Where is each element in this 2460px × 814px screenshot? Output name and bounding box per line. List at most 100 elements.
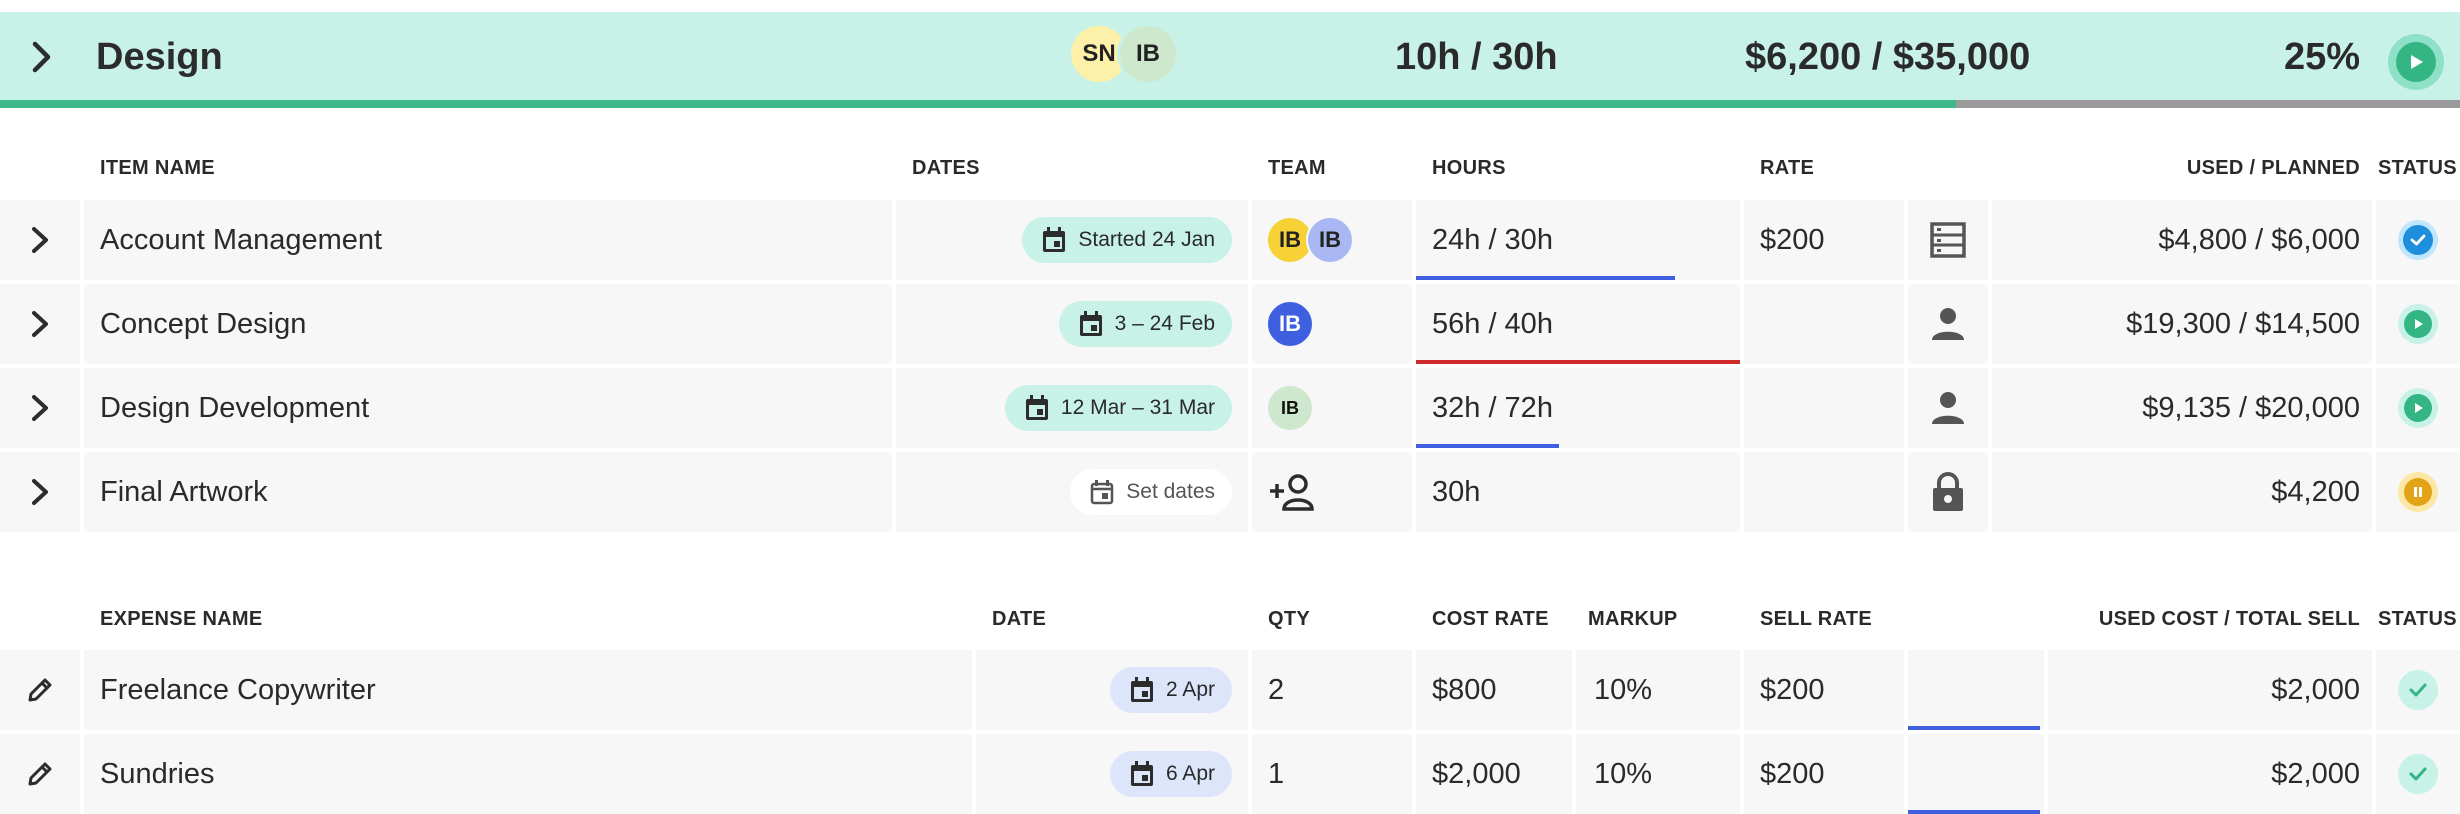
used-total-value: $2,000 <box>2271 674 2360 706</box>
lock-icon[interactable] <box>1931 472 1965 512</box>
pencil-icon[interactable] <box>26 760 54 788</box>
hours-value: 56h / 40h <box>1432 308 1553 340</box>
qty-value: 1 <box>1268 758 1285 790</box>
header-dates: DATES <box>912 157 980 179</box>
date-label: 2 Apr <box>1165 678 1215 701</box>
check-icon <box>2410 234 2426 246</box>
date-label: 6 Apr <box>1165 762 1215 785</box>
status-done-button[interactable] <box>2398 754 2438 794</box>
hours-progress-bar <box>1416 444 1559 448</box>
phase-progress-track <box>0 100 2460 108</box>
item-name[interactable]: Design Development <box>100 390 369 426</box>
chevron-right-icon[interactable] <box>26 392 54 424</box>
hours-progress-bar <box>1416 276 1675 280</box>
calendar-icon <box>1043 227 1066 252</box>
status-done-button[interactable] <box>2398 670 2438 710</box>
status-in-progress-button[interactable] <box>2398 388 2438 428</box>
used-planned-value: $4,200 <box>2271 476 2360 508</box>
play-icon <box>2415 319 2423 329</box>
chevron-right-icon[interactable] <box>24 40 58 74</box>
person-icon[interactable] <box>1930 390 1966 426</box>
header-used-total: USED COST / TOTAL SELL <box>2098 608 2360 630</box>
date-pill[interactable]: 2 Apr <box>1109 667 1232 713</box>
pencil-icon[interactable] <box>26 676 54 704</box>
calendar-icon <box>1130 677 1153 702</box>
header-qty: QTY <box>1268 608 1311 630</box>
phase-budget: $6,200 / $35,000 <box>1745 36 2031 78</box>
phase-header[interactable]: Design SN IB 10h / 30h $6,200 / $35,000 … <box>0 12 2460 102</box>
markup-value: 10% <box>1594 758 1653 790</box>
table-row[interactable]: Design Development 12 Mar – 31 Mar IB 32… <box>0 368 2460 448</box>
expense-row[interactable]: Sundries 6 Apr 1 $2,000 10% $200 $2,000 <box>0 734 2460 814</box>
avatar[interactable]: IB <box>1266 384 1314 432</box>
date-label: 12 Mar – 31 Mar <box>1060 396 1215 419</box>
avatar[interactable]: IB <box>1306 216 1354 264</box>
check-icon <box>2409 767 2427 781</box>
add-person-icon[interactable] <box>1268 473 1316 511</box>
header-cost-rate: COST RATE <box>1432 608 1549 630</box>
header-used-planned: USED / PLANNED <box>2186 157 2360 179</box>
table-row[interactable]: Concept Design 3 – 24 Feb IB 56h / 40h $… <box>0 284 2460 364</box>
set-dates-button[interactable]: Set dates <box>1070 469 1232 515</box>
date-label: Set dates <box>1126 480 1215 503</box>
markup-value: 10% <box>1594 674 1653 706</box>
item-name[interactable]: Account Management <box>100 222 382 258</box>
status-in-progress-button[interactable] <box>2398 304 2438 344</box>
expense-progress-bar <box>1908 726 2040 730</box>
calendar-icon <box>1025 395 1048 420</box>
expense-name[interactable]: Freelance Copywriter <box>100 672 376 708</box>
calendar-icon <box>1091 480 1114 505</box>
status-complete-button[interactable] <box>2398 220 2438 260</box>
header-status: STATUS <box>2378 157 2457 179</box>
chevron-right-icon[interactable] <box>26 308 54 340</box>
expense-progress-bar <box>1908 810 2040 814</box>
calendar-icon <box>1130 761 1153 786</box>
table-row[interactable]: Final Artwork Set dates 30h $4,200 <box>0 452 2460 532</box>
item-name[interactable]: Concept Design <box>100 306 306 342</box>
avatar[interactable]: IB <box>1266 300 1314 348</box>
header-expense-status: STATUS <box>2378 608 2457 630</box>
hours-value: 32h / 72h <box>1432 392 1553 424</box>
cost-rate-value: $800 <box>1432 674 1497 706</box>
sell-rate-value: $200 <box>1760 674 1825 706</box>
date-pill[interactable]: 12 Mar – 31 Mar <box>1004 385 1232 431</box>
date-pill[interactable]: 3 – 24 Feb <box>1058 301 1232 347</box>
phase-hours: 10h / 30h <box>1395 36 1558 78</box>
date-label: Started 24 Jan <box>1078 228 1215 251</box>
rate-card-icon[interactable] <box>1929 221 1967 259</box>
phase-title: Design <box>96 36 223 78</box>
chevron-right-icon[interactable] <box>26 224 54 256</box>
header-date: DATE <box>992 608 1047 630</box>
date-pill[interactable]: 6 Apr <box>1109 751 1232 797</box>
header-sell-rate: SELL RATE <box>1760 608 1872 630</box>
play-icon <box>2411 55 2423 69</box>
cost-rate-value: $2,000 <box>1432 758 1521 790</box>
sell-rate-value: $200 <box>1760 758 1825 790</box>
check-icon <box>2409 683 2427 697</box>
expense-row[interactable]: Freelance Copywriter 2 Apr 2 $800 10% $2… <box>0 650 2460 730</box>
used-total-value: $2,000 <box>2271 758 2360 790</box>
person-icon[interactable] <box>1930 306 1966 342</box>
phase-status-button[interactable] <box>2388 34 2444 90</box>
rate-value: $200 <box>1760 224 1825 256</box>
avatar[interactable]: IB <box>1117 23 1179 85</box>
table-row[interactable]: Account Management Started 24 Jan IB IB … <box>0 200 2460 280</box>
header-item-name: ITEM NAME <box>100 157 215 179</box>
phase-progress-fill <box>0 100 1956 108</box>
item-name[interactable]: Final Artwork <box>100 474 268 510</box>
qty-value: 2 <box>1268 674 1285 706</box>
used-planned-value: $4,800 / $6,000 <box>2158 224 2360 256</box>
header-rate: RATE <box>1760 157 1815 179</box>
used-planned-value: $19,300 / $14,500 <box>2126 308 2360 340</box>
header-markup: MARKUP <box>1588 608 1678 630</box>
pause-icon <box>2414 487 2422 497</box>
status-paused-button[interactable] <box>2398 472 2438 512</box>
hours-value: 24h / 30h <box>1432 224 1553 256</box>
date-pill[interactable]: Started 24 Jan <box>1022 217 1232 263</box>
expense-name[interactable]: Sundries <box>100 756 214 792</box>
used-planned-value: $9,135 / $20,000 <box>2142 392 2360 424</box>
header-expense-name: EXPENSE NAME <box>100 608 263 630</box>
play-icon <box>2415 403 2423 413</box>
calendar-icon <box>1079 311 1102 336</box>
chevron-right-icon[interactable] <box>26 476 54 508</box>
